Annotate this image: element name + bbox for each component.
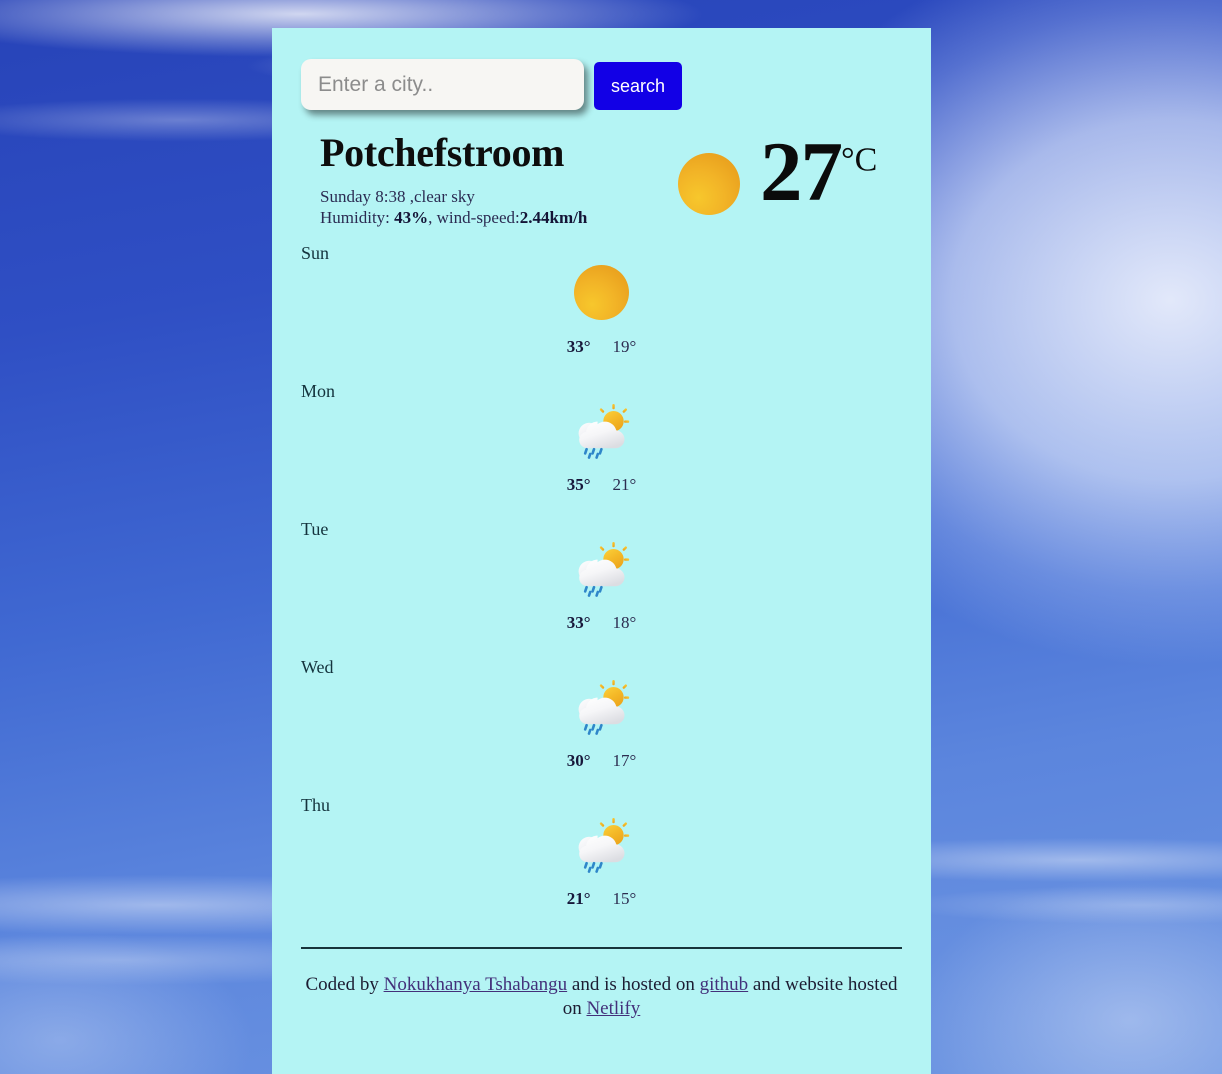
search-button[interactable]: search <box>594 62 682 110</box>
current-temperature-block: 27°C <box>678 129 877 215</box>
rain-sun-icon <box>573 679 631 735</box>
footer-prefix: Coded by <box>305 973 384 995</box>
search-input[interactable] <box>301 59 584 110</box>
forecast-temp-max: 21° <box>566 888 591 908</box>
sun-icon <box>678 153 740 215</box>
rain-sun-icon <box>573 403 631 459</box>
forecast-temp-max: 33° <box>566 612 591 632</box>
weather-app-card: search Potchefstroom Sunday 8:38 ,clear … <box>272 28 931 1074</box>
forecast-row-content: 33° 18° <box>301 519 902 633</box>
current-conditions-text: Potchefstroom Sunday 8:38 ,clear sky Hum… <box>301 129 678 229</box>
forecast-row-content: 21° 15° <box>301 795 902 909</box>
rain-sun-icon <box>573 541 631 597</box>
current-temperature-value: 27 <box>760 125 843 219</box>
forecast-temp-min: 21° <box>612 474 637 494</box>
footer-divider <box>301 946 902 949</box>
forecast-icon-slot <box>573 533 631 605</box>
author-link[interactable]: Nokukhanya Tshabangu <box>384 974 568 995</box>
forecast-temp-max: 30° <box>566 750 591 770</box>
forecast-row: Thu 21° 15° <box>301 795 902 933</box>
forecast-temperatures: 33° 18° <box>567 613 637 633</box>
humidity-label: Humidity: <box>320 207 395 227</box>
forecast-row: Mon 35° 21° <box>301 381 902 519</box>
current-datetime-condition: Sunday 8:38 ,clear sky <box>320 187 475 206</box>
rain-sun-icon <box>573 817 631 873</box>
forecast-temp-max: 33° <box>566 336 591 356</box>
forecast-icon-slot <box>574 257 629 329</box>
forecast-row-content: 35° 21° <box>301 381 902 495</box>
forecast-temperatures: 30° 17° <box>567 751 637 771</box>
forecast-icon-slot <box>573 671 631 743</box>
search-bar: search <box>301 28 902 110</box>
github-link[interactable]: github <box>700 974 749 995</box>
page-title: Potchefstroom <box>320 130 565 175</box>
footer-middle: and is hosted on <box>567 973 700 995</box>
forecast-icon-slot <box>573 395 631 467</box>
forecast-temp-max: 35° <box>566 474 591 494</box>
current-humidity-wind: Humidity: 43%, wind-speed:2.44km/h <box>320 208 678 229</box>
footer: Coded by Nokukhanya Tshabangu and is hos… <box>301 973 902 1022</box>
forecast-row: Wed 30° 17° <box>301 657 902 795</box>
current-temperature: 27°C <box>760 130 878 215</box>
forecast-temp-min: 15° <box>612 888 637 908</box>
forecast-temp-min: 18° <box>612 612 637 632</box>
temperature-unit: °C <box>841 141 878 179</box>
sun-icon <box>574 265 629 321</box>
forecast-temperatures: 33° 19° <box>567 337 637 357</box>
wind-value: 2.44km/h <box>519 207 588 227</box>
current-conditions: Potchefstroom Sunday 8:38 ,clear sky Hum… <box>301 129 902 229</box>
forecast-temperatures: 21° 15° <box>567 889 637 909</box>
forecast-row-content: 30° 17° <box>301 657 902 771</box>
forecast-row-content: 33° 19° <box>301 243 902 357</box>
forecast-row: Tue 33° 18° <box>301 519 902 657</box>
wind-label: , wind-speed: <box>428 207 520 227</box>
forecast-list: Sun 33° 19° Mon 35° 21° Tue 33° 18° Wed … <box>301 243 902 933</box>
forecast-icon-slot <box>573 809 631 881</box>
humidity-value: 43% <box>394 207 429 227</box>
forecast-row: Sun 33° 19° <box>301 243 902 381</box>
forecast-temperatures: 35° 21° <box>567 475 637 495</box>
current-details: Sunday 8:38 ,clear sky Humidity: 43%, wi… <box>320 187 678 229</box>
forecast-temp-min: 19° <box>612 336 637 356</box>
netlify-link[interactable]: Netlify <box>586 998 640 1019</box>
forecast-temp-min: 17° <box>612 750 637 770</box>
